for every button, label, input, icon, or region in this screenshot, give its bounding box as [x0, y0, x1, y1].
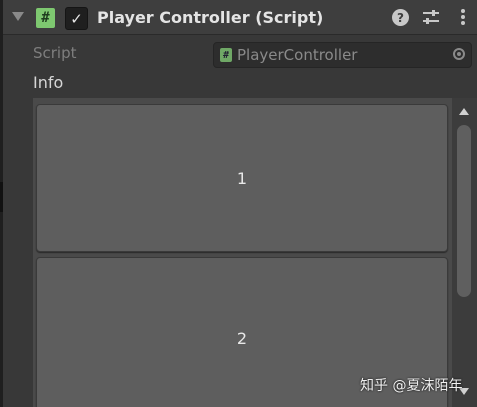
help-glyph: ? [397, 10, 404, 25]
window-left-edge-shade [0, 182, 3, 212]
presets-icon-svg [423, 10, 439, 24]
kebab-icon-svg [461, 9, 465, 25]
list-item-label: 1 [236, 168, 248, 188]
info-list: 1 2 [33, 98, 452, 407]
scroll-up-icon[interactable] [459, 108, 469, 115]
script-field-icon: # [220, 48, 232, 62]
component-header[interactable]: # ✓ Player Controller (Script) ? [3, 0, 477, 35]
list-item[interactable]: 1 [36, 104, 448, 252]
object-picker-icon[interactable] [453, 48, 465, 60]
vertical-scrollbar[interactable] [452, 98, 477, 407]
script-label: Script [33, 44, 77, 62]
presets-icon[interactable] [421, 7, 441, 27]
script-field-icon-glyph: # [222, 49, 230, 61]
foldout-arrow-icon[interactable] [12, 12, 24, 21]
kebab-menu-icon[interactable] [453, 7, 473, 27]
script-object-field[interactable]: # PlayerController [213, 42, 472, 68]
component-enabled-checkbox[interactable]: ✓ [65, 7, 88, 30]
script-field-value: PlayerController [237, 46, 358, 64]
component-title: Player Controller (Script) [97, 8, 324, 27]
help-icon[interactable]: ? [392, 9, 409, 26]
checkbox-icon: ✓ [70, 9, 83, 28]
script-icon-glyph: # [41, 10, 50, 26]
watermark: 知乎 @夏沫陌年 [360, 378, 463, 394]
scroll-thumb[interactable] [457, 125, 471, 297]
list-item-label: 2 [236, 328, 248, 348]
script-icon: # [36, 8, 55, 28]
info-label: Info [33, 73, 64, 92]
